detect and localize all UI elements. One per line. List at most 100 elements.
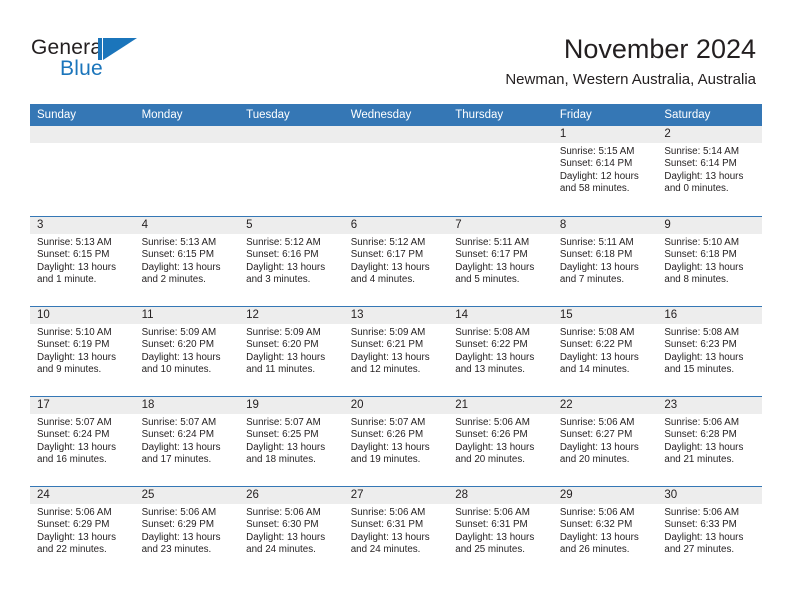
day-details: Sunrise: 5:06 AM Sunset: 6:32 PM Daylight:… bbox=[553, 504, 658, 557]
day-number: 17 bbox=[30, 397, 135, 414]
day-cell[interactable]: 18 Sunrise: 5:07 AM Sunset: 6:24 PM Dayligh… bbox=[134, 397, 240, 486]
daylight-text-line2: and 3 minutes. bbox=[246, 274, 311, 286]
day-cell[interactable]: 10 Sunrise: 5:10 AM Sunset: 6:19 PM Dayligh… bbox=[30, 307, 135, 396]
sunrise-text: Sunrise: 5:06 AM bbox=[559, 417, 635, 428]
day-cell[interactable]: 5 Sunrise: 5:12 AM Sunset: 6:16 PM Daylight… bbox=[239, 217, 344, 306]
day-cell[interactable]: 12 Sunrise: 5:09 AM Sunset: 6:20 PM Dayligh… bbox=[239, 307, 344, 396]
sunrise-text: Sunrise: 5:14 AM bbox=[664, 146, 739, 157]
day-number: 24 bbox=[30, 487, 135, 504]
day-number: 29 bbox=[552, 487, 658, 504]
daylight-text-line2: and 12 minutes. bbox=[350, 364, 421, 376]
day-details: Sunrise: 5:07 AM Sunset: 6:24 PM Daylight:… bbox=[135, 414, 240, 467]
day-number: 15 bbox=[552, 307, 658, 324]
sunset-text: Sunset: 6:15 PM bbox=[37, 249, 110, 261]
page-subtitle: Newman, Western Australia, Australia bbox=[505, 71, 756, 88]
calendar-page: General Blue November 2024 Newman, Weste… bbox=[0, 0, 792, 612]
day-number: 2 bbox=[657, 126, 762, 143]
day-details: Sunrise: 5:14 AM Sunset: 6:14 PM Daylight:… bbox=[657, 143, 762, 196]
day-cell[interactable]: 16 Sunrise: 5:08 AM Sunset: 6:23 PM Dayligh… bbox=[657, 307, 762, 396]
day-number: 10 bbox=[30, 307, 135, 324]
sunrise-text: Sunrise: 5:13 AM bbox=[37, 237, 112, 248]
sunrise-text: Sunrise: 5:07 AM bbox=[141, 417, 217, 428]
weekday-header-sunday: Sunday bbox=[37, 109, 77, 121]
day-cell-empty bbox=[134, 126, 240, 215]
daylight-text-line2: and 25 minutes. bbox=[455, 544, 525, 556]
day-cell[interactable]: 6 Sunrise: 5:12 AM Sunset: 6:17 PM Daylight… bbox=[343, 217, 449, 306]
calendar-grid: Sunday Monday Tuesday Wednesday Thursday… bbox=[30, 104, 762, 576]
weekday-header-tuesday: Tuesday bbox=[246, 109, 290, 121]
daylight-text-line2: and 24 minutes. bbox=[246, 544, 316, 556]
day-cell[interactable]: 27 Sunrise: 5:06 AM Sunset: 6:31 PM Dayligh… bbox=[343, 487, 449, 576]
day-cell[interactable]: 30 Sunrise: 5:06 AM Sunset: 6:33 PM Dayligh… bbox=[657, 487, 762, 576]
day-cell[interactable]: 25 Sunrise: 5:06 AM Sunset: 6:29 PM Dayligh… bbox=[134, 487, 240, 576]
daylight-text-line2: and 26 minutes. bbox=[559, 544, 630, 556]
daylight-text-line2: and 14 minutes. bbox=[559, 364, 630, 376]
day-cell[interactable]: 9 Sunrise: 5:10 AM Sunset: 6:18 PM Daylight… bbox=[657, 217, 762, 306]
day-number: 9 bbox=[657, 217, 762, 234]
day-cell[interactable]: 7 Sunrise: 5:11 AM Sunset: 6:17 PM Daylight… bbox=[448, 217, 553, 306]
sunrise-text: Sunrise: 5:09 AM bbox=[141, 327, 217, 338]
day-details: Sunrise: 5:10 AM Sunset: 6:18 PM Daylight:… bbox=[657, 234, 762, 287]
day-cell[interactable]: 20 Sunrise: 5:07 AM Sunset: 6:26 PM Dayligh… bbox=[343, 397, 449, 486]
sunset-text: Sunset: 6:31 PM bbox=[455, 519, 528, 531]
day-cell[interactable]: 23 Sunrise: 5:06 AM Sunset: 6:28 PM Dayligh… bbox=[657, 397, 762, 486]
day-cell[interactable]: 1 Sunrise: 5:15 AM Sunset: 6:14 PM Daylight… bbox=[552, 126, 658, 215]
sunset-text: Sunset: 6:14 PM bbox=[559, 158, 633, 170]
weekday-header-monday: Monday bbox=[141, 109, 183, 121]
day-cell[interactable]: 13 Sunrise: 5:09 AM Sunset: 6:21 PM Dayligh… bbox=[343, 307, 449, 396]
sunset-text: Sunset: 6:24 PM bbox=[37, 429, 110, 441]
sunset-text: Sunset: 6:31 PM bbox=[350, 519, 424, 531]
daylight-text-line2: and 24 minutes. bbox=[350, 544, 421, 556]
day-cell[interactable]: 24 Sunrise: 5:06 AM Sunset: 6:29 PM Dayligh… bbox=[30, 487, 135, 576]
daylight-text-line1: Daylight: 13 hours bbox=[350, 531, 430, 543]
day-details: Sunrise: 5:12 AM Sunset: 6:17 PM Daylight:… bbox=[344, 234, 449, 287]
sunrise-text: Sunrise: 5:11 AM bbox=[559, 237, 634, 248]
day-cell[interactable]: 4 Sunrise: 5:13 AM Sunset: 6:15 PM Daylight… bbox=[134, 217, 240, 306]
sunset-text: Sunset: 6:32 PM bbox=[559, 519, 633, 531]
daylight-text-line2: and 22 minutes. bbox=[37, 544, 107, 556]
day-number: 20 bbox=[343, 397, 449, 414]
weekday-header-row: Sunday Monday Tuesday Wednesday Thursday… bbox=[30, 104, 762, 126]
sunrise-text: Sunrise: 5:12 AM bbox=[350, 237, 426, 248]
day-cell[interactable]: 29 Sunrise: 5:06 AM Sunset: 6:32 PM Dayligh… bbox=[552, 487, 658, 576]
sunset-text: Sunset: 6:15 PM bbox=[141, 249, 214, 261]
day-number: 18 bbox=[134, 397, 240, 414]
day-details: Sunrise: 5:07 AM Sunset: 6:25 PM Daylight:… bbox=[239, 414, 344, 467]
day-details: Sunrise: 5:06 AM Sunset: 6:27 PM Daylight:… bbox=[553, 414, 658, 467]
week-row: 3 Sunrise: 5:13 AM Sunset: 6:15 PM Daylight… bbox=[30, 216, 762, 306]
daylight-text-line2: and 17 minutes. bbox=[141, 454, 212, 466]
sunrise-text: Sunrise: 5:06 AM bbox=[37, 507, 112, 518]
brand-logo[interactable]: General Blue bbox=[31, 36, 151, 84]
sunrise-text: Sunrise: 5:13 AM bbox=[141, 237, 217, 248]
day-details: Sunrise: 5:07 AM Sunset: 6:24 PM Daylight:… bbox=[30, 414, 135, 467]
day-number: 26 bbox=[239, 487, 344, 504]
day-number: 21 bbox=[448, 397, 553, 414]
sunrise-text: Sunrise: 5:11 AM bbox=[455, 237, 530, 248]
day-cell-empty bbox=[30, 126, 135, 215]
day-cell[interactable]: 3 Sunrise: 5:13 AM Sunset: 6:15 PM Daylight… bbox=[30, 217, 135, 306]
daylight-text-line2: and 4 minutes. bbox=[350, 274, 415, 286]
day-cell[interactable]: 2 Sunrise: 5:14 AM Sunset: 6:14 PM Daylight… bbox=[657, 126, 762, 215]
day-cell[interactable]: 28 Sunrise: 5:06 AM Sunset: 6:31 PM Dayligh… bbox=[448, 487, 553, 576]
daylight-text-line2: and 19 minutes. bbox=[350, 454, 421, 466]
daylight-text-line2: and 1 minute. bbox=[37, 274, 97, 286]
day-cell[interactable]: 21 Sunrise: 5:06 AM Sunset: 6:26 PM Dayligh… bbox=[448, 397, 553, 486]
day-details: Sunrise: 5:12 AM Sunset: 6:16 PM Daylight:… bbox=[239, 234, 344, 287]
day-number bbox=[448, 126, 553, 143]
sunrise-text: Sunrise: 5:07 AM bbox=[350, 417, 426, 428]
day-cell[interactable]: 11 Sunrise: 5:09 AM Sunset: 6:20 PM Dayligh… bbox=[134, 307, 240, 396]
daylight-text-line1: Daylight: 13 hours bbox=[246, 351, 326, 363]
day-cell[interactable]: 15 Sunrise: 5:08 AM Sunset: 6:22 PM Dayligh… bbox=[552, 307, 658, 396]
day-cell[interactable]: 26 Sunrise: 5:06 AM Sunset: 6:30 PM Dayligh… bbox=[239, 487, 344, 576]
week-row: 17 Sunrise: 5:07 AM Sunset: 6:24 PM Dayligh… bbox=[30, 396, 762, 486]
sunset-text: Sunset: 6:30 PM bbox=[246, 519, 319, 531]
sunrise-text: Sunrise: 5:06 AM bbox=[664, 417, 739, 428]
day-cell[interactable]: 22 Sunrise: 5:06 AM Sunset: 6:27 PM Dayligh… bbox=[552, 397, 658, 486]
sunset-text: Sunset: 6:20 PM bbox=[246, 339, 319, 351]
day-number: 16 bbox=[657, 307, 762, 324]
day-cell[interactable]: 14 Sunrise: 5:08 AM Sunset: 6:22 PM Dayligh… bbox=[448, 307, 553, 396]
daylight-text-line1: Daylight: 13 hours bbox=[559, 531, 639, 543]
day-cell[interactable]: 8 Sunrise: 5:11 AM Sunset: 6:18 PM Daylight… bbox=[552, 217, 658, 306]
day-cell[interactable]: 17 Sunrise: 5:07 AM Sunset: 6:24 PM Dayligh… bbox=[30, 397, 135, 486]
day-cell[interactable]: 19 Sunrise: 5:07 AM Sunset: 6:25 PM Dayligh… bbox=[239, 397, 344, 486]
